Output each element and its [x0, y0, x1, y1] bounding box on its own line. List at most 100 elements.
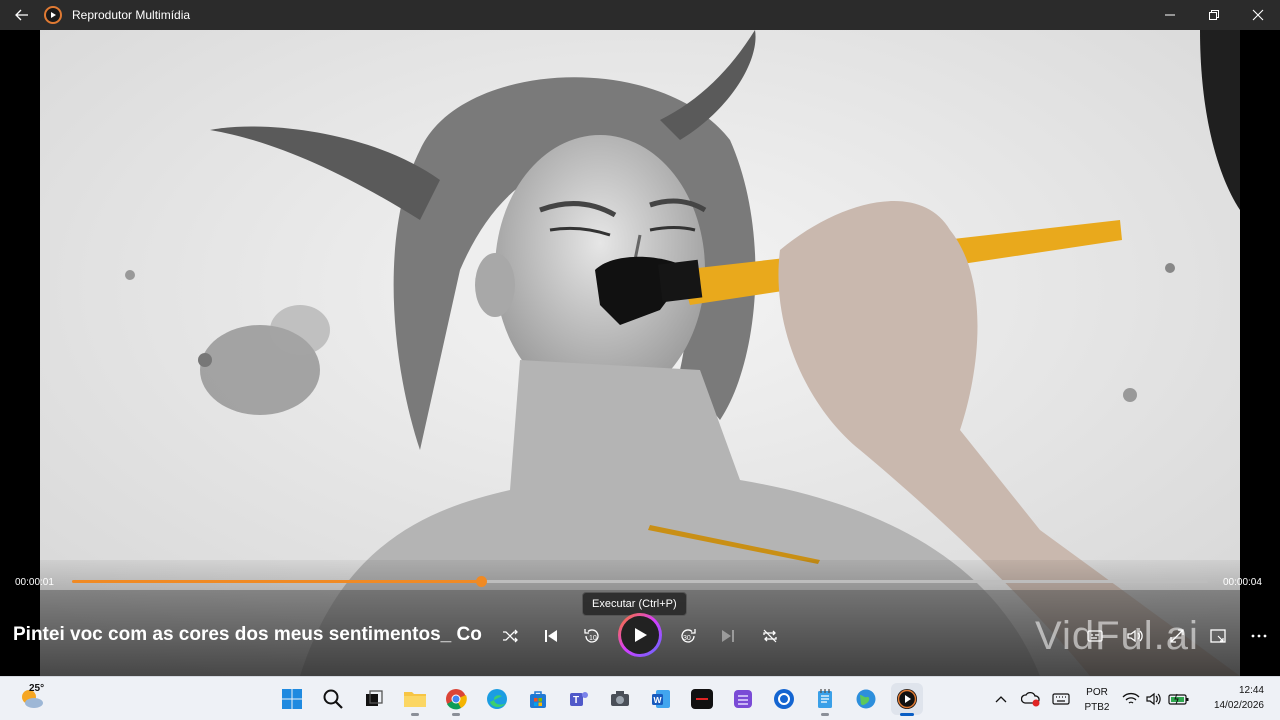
repeat-button[interactable]: [758, 624, 782, 648]
minimize-icon: [1165, 14, 1175, 16]
input-language-indicator[interactable]: POR PTB2: [1082, 685, 1112, 715]
chrome-app[interactable]: [440, 683, 472, 716]
minimize-button[interactable]: [1148, 0, 1192, 30]
captions-icon: [1087, 630, 1103, 642]
notepad-icon: [818, 689, 832, 708]
chevron-up-icon: [995, 696, 1007, 703]
svg-text:T: T: [573, 695, 579, 706]
fullscreen-button[interactable]: [1165, 624, 1189, 648]
browser-app[interactable]: [768, 683, 800, 715]
task-view-icon: [366, 690, 383, 706]
volume-button[interactable]: [1124, 624, 1148, 648]
cloud-sync-error-icon: [1021, 691, 1040, 707]
svg-text:30: 30: [683, 635, 691, 642]
store-icon: [530, 691, 546, 708]
seek-bar[interactable]: [72, 576, 1208, 587]
taskbar-search[interactable]: [317, 683, 349, 715]
title-bar: Reprodutor Multimídia: [0, 0, 1280, 30]
camera-app[interactable]: [604, 683, 636, 715]
keyboard-icon: [1052, 693, 1070, 705]
window-title: Reprodutor Multimídia: [72, 8, 191, 22]
fullscreen-icon: [1170, 629, 1184, 643]
volume-tray-button[interactable]: [1143, 677, 1165, 720]
windows-start-icon: [282, 689, 302, 709]
mini-player-button[interactable]: [1206, 624, 1230, 648]
word-app[interactable]: W: [645, 683, 677, 715]
battery-charging-icon: [1168, 693, 1189, 705]
maps-app[interactable]: [850, 683, 882, 715]
skip-previous-icon: [545, 630, 557, 642]
forward-30-icon: 30: [681, 629, 696, 643]
media-player-app-icon: [44, 6, 62, 24]
shuffle-icon: [503, 629, 518, 643]
red-app-icon: [691, 689, 713, 709]
weather-temperature: 25°: [29, 683, 45, 694]
browser-app-icon: [774, 689, 794, 709]
window-controls: [1148, 0, 1280, 30]
keyboard-layout: PTB2: [1084, 702, 1110, 713]
rewind-10-button[interactable]: 10: [580, 624, 604, 648]
chrome-icon: [446, 689, 467, 710]
svg-text:10: 10: [589, 635, 597, 642]
media-title: Pintei voc com as cores dos meus sentime…: [13, 624, 483, 645]
play-button[interactable]: [618, 613, 662, 657]
search-icon: [323, 689, 343, 709]
mini-player-icon: [1210, 629, 1226, 643]
teams-icon: T: [570, 692, 588, 706]
close-icon: [1252, 9, 1264, 21]
captions-button[interactable]: [1083, 624, 1107, 648]
wifi-icon: [1122, 692, 1140, 704]
clock-date: 14/02/2026: [1213, 700, 1264, 711]
more-options-button[interactable]: [1247, 624, 1271, 648]
svg-text:W: W: [654, 695, 663, 705]
speaker-icon: [1146, 692, 1161, 706]
repeat-icon: [763, 629, 777, 643]
seek-bar-progress: [72, 580, 481, 583]
keyboard-tray-button[interactable]: [1050, 677, 1072, 720]
back-button[interactable]: [0, 0, 44, 30]
start-button[interactable]: [276, 683, 308, 715]
camera-icon: [611, 691, 629, 706]
restore-button[interactable]: [1192, 0, 1236, 30]
current-time: 00:00:01: [15, 577, 54, 588]
forward-30-button[interactable]: 30: [676, 624, 700, 648]
taskbar-clock[interactable]: 12:44 14/02/2026: [1200, 683, 1264, 713]
clock-time: 12:44: [1238, 685, 1264, 696]
play-icon: [635, 628, 647, 642]
restore-icon: [1209, 10, 1219, 20]
play-tooltip: Executar (Ctrl+P): [582, 592, 687, 616]
media-player-icon: [897, 689, 917, 709]
language-code: POR: [1086, 687, 1108, 698]
media-player-window: Reprodutor Multimídia 00:00:01 00:00:04 …: [0, 0, 1280, 720]
volume-icon: [1127, 629, 1143, 643]
tray-cloud-app[interactable]: [1020, 677, 1042, 720]
shuffle-button[interactable]: [498, 624, 522, 648]
clipchamp-icon: [734, 690, 752, 708]
word-icon: W: [652, 690, 670, 708]
file-explorer-app[interactable]: [399, 683, 431, 716]
skip-next-icon: [722, 630, 734, 642]
edge-icon: [487, 689, 507, 709]
clipchamp-app[interactable]: [727, 683, 759, 715]
red-app[interactable]: [686, 683, 718, 715]
more-options-icon: [1251, 634, 1267, 638]
close-button[interactable]: [1236, 0, 1280, 30]
seek-bar-thumb[interactable]: [475, 576, 487, 587]
next-button[interactable]: [716, 624, 740, 648]
notepad-app[interactable]: [809, 683, 841, 716]
total-time: 00:00:04: [1223, 577, 1262, 588]
microsoft-store-app[interactable]: [522, 683, 554, 715]
folder-icon: [404, 692, 426, 707]
taskbar: 25° T W POR PTB2 12:44 14/02/2026: [0, 676, 1280, 720]
teams-app[interactable]: T: [563, 683, 595, 715]
media-player-app[interactable]: [891, 683, 923, 716]
show-hidden-icons-button[interactable]: [992, 677, 1010, 720]
task-view-button[interactable]: [358, 683, 390, 715]
edge-app[interactable]: [481, 683, 513, 715]
battery-tray-button[interactable]: [1167, 677, 1191, 720]
rewind-10-icon: 10: [584, 629, 599, 643]
globe-icon: [856, 689, 876, 709]
previous-button[interactable]: [539, 624, 563, 648]
back-arrow-icon: [15, 9, 28, 21]
wifi-tray-button[interactable]: [1120, 677, 1142, 720]
